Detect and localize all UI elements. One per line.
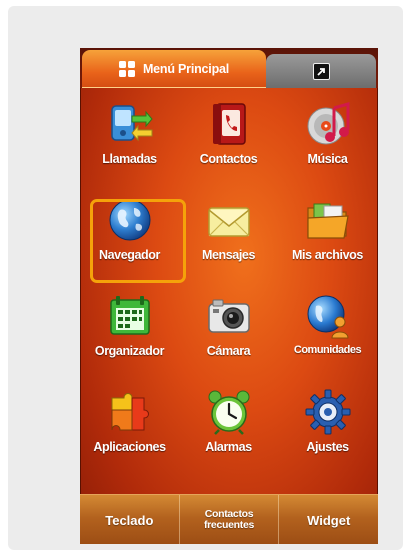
app-label: Mis archivos: [292, 248, 363, 262]
app-organizador[interactable]: Organizador: [80, 284, 179, 376]
app-label: Llamadas: [102, 152, 157, 166]
app-label: Mensajes: [201, 248, 256, 262]
app-label: Organizador: [94, 344, 165, 358]
shortcut-icon: [312, 62, 330, 80]
phone-call-icon: [110, 105, 153, 142]
app-label: Ajustes: [306, 440, 349, 454]
frequent-contacts-label-line2: frecuentes: [203, 519, 255, 531]
alarm-clock-icon: [208, 390, 249, 435]
app-grid: Llamadas Contactos Música Navegador Mens…: [80, 92, 378, 492]
widget-button[interactable]: Widget: [278, 495, 378, 544]
keypad-label: Teclado: [105, 512, 154, 528]
app-contactos[interactable]: Contactos: [179, 92, 278, 184]
screenshot-frame: Menú Principal Llamadas Contactos Música…: [8, 6, 403, 550]
app-label: Aplicaciones: [93, 440, 166, 454]
app-comunidades[interactable]: Comunidades: [278, 284, 377, 376]
widget-label: Widget: [307, 512, 351, 528]
app-label: Cámara: [206, 344, 251, 358]
app-label: Alarmas: [205, 440, 252, 454]
calendar-icon: [109, 296, 150, 335]
tab-widgets[interactable]: [266, 54, 376, 88]
navegador-highlight-box: [90, 199, 186, 283]
app-label: Música: [307, 152, 348, 166]
app-ajustes[interactable]: Ajustes: [278, 380, 377, 472]
gear-icon: [305, 389, 350, 435]
app-mis-archivos[interactable]: Mis archivos: [278, 188, 377, 280]
tab-bar: Menú Principal: [80, 48, 378, 88]
contacts-book-icon: [212, 103, 246, 145]
camera-icon: [207, 299, 250, 333]
app-llamadas[interactable]: Llamadas: [80, 92, 179, 184]
music-icon: [307, 102, 349, 145]
tab-main-menu[interactable]: Menú Principal: [82, 50, 266, 88]
puzzle-icon: [111, 393, 149, 431]
envelope-icon: [207, 207, 250, 237]
app-label: Comunidades: [293, 344, 362, 356]
folder-icon: [306, 203, 349, 239]
app-alarmas[interactable]: Alarmas: [179, 380, 278, 472]
app-mensajes[interactable]: Mensajes: [179, 188, 278, 280]
app-musica[interactable]: Música: [278, 92, 377, 184]
phone-screen: Menú Principal Llamadas Contactos Música…: [80, 48, 378, 544]
bottom-bar: Teclado Contactos frecuentes Widget: [80, 494, 378, 544]
tab-main-menu-label: Menú Principal: [142, 62, 230, 76]
grid-icon: [118, 61, 135, 77]
frequent-contacts-button[interactable]: Contactos frecuentes: [178, 495, 279, 544]
keypad-button[interactable]: Teclado: [80, 495, 179, 544]
app-label: Contactos: [199, 152, 258, 166]
app-camara[interactable]: Cámara: [179, 284, 278, 376]
app-aplicaciones[interactable]: Aplicaciones: [80, 380, 179, 472]
community-globe-icon: [307, 295, 349, 339]
